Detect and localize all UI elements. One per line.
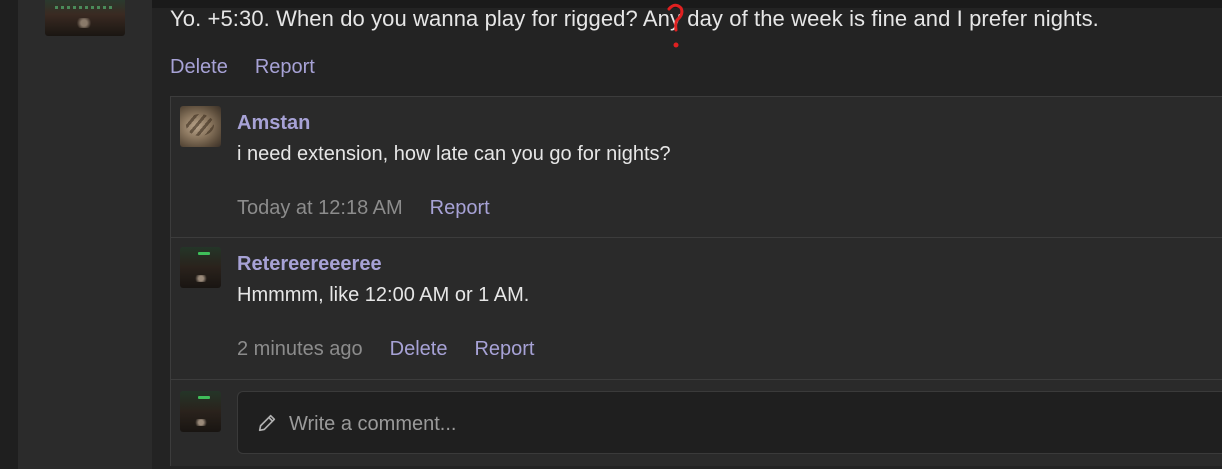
post-actions: Delete Report	[170, 56, 315, 79]
comment-timestamp: Today at 12:18 AM	[237, 197, 403, 219]
comment-author[interactable]: Retereereeeree	[237, 253, 382, 276]
user-avatar[interactable]	[180, 247, 221, 288]
pencil-icon	[258, 414, 276, 432]
left-column	[18, 0, 152, 469]
comment-author[interactable]: Amstan	[237, 112, 310, 135]
comment-item: Retereereeeree Hmmmm, like 12:00 AM or 1…	[171, 238, 1222, 380]
comment-input-placeholder: Write a comment...	[289, 413, 457, 435]
page: Yo. +5:30. When do you wanna play for ri…	[0, 0, 1222, 469]
post-report-link[interactable]: Report	[255, 56, 315, 79]
comment-meta: 2 minutes ago Delete Report	[237, 338, 534, 361]
current-user-avatar	[180, 391, 221, 432]
cat-avatar[interactable]	[180, 106, 221, 147]
comment-report-link[interactable]: Report	[430, 197, 490, 220]
post-author-avatar[interactable]	[45, 0, 125, 36]
comment-body: i need extension, how late can you go fo…	[237, 143, 671, 165]
comment-thread: Amstan i need extension, how late can yo…	[170, 96, 1222, 466]
question-mark-annotation	[667, 3, 684, 48]
post-delete-link[interactable]: Delete	[170, 56, 228, 79]
post-body: Yo. +5:30. When do you wanna play for ri…	[170, 6, 1099, 31]
comment-report-link[interactable]: Report	[474, 338, 534, 361]
comment-timestamp: 2 minutes ago	[237, 338, 363, 360]
post-main: Yo. +5:30. When do you wanna play for ri…	[152, 0, 1222, 469]
comment-body: Hmmmm, like 12:00 AM or 1 AM.	[237, 284, 530, 306]
comment-delete-link[interactable]: Delete	[390, 338, 448, 361]
left-rail	[0, 0, 18, 469]
comment-item: Amstan i need extension, how late can yo…	[171, 97, 1222, 238]
comment-input[interactable]: Write a comment...	[237, 391, 1222, 454]
comment-meta: Today at 12:18 AM Report	[237, 197, 490, 220]
